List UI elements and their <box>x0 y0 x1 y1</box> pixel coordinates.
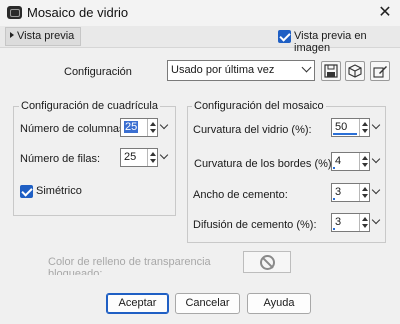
preview-tab-label: Vista previa <box>17 30 75 42</box>
chevron-down-icon <box>371 154 381 164</box>
edge-curvature-spinner[interactable]: 4 <box>331 152 370 171</box>
glass-curvature-label: Curvatura del vidrio (%): <box>193 124 312 136</box>
edge-curvature-bar <box>333 167 335 169</box>
chevron-down-icon <box>371 185 381 195</box>
columns-value: 25 <box>124 121 139 133</box>
edge-curvature-label: Curvatura de los bordes (%): <box>194 158 335 170</box>
cancel-button[interactable]: Cancelar <box>175 293 240 314</box>
cement-diffusion-dropdown[interactable] <box>371 213 381 232</box>
rows-label: Número de filas: <box>20 153 101 165</box>
cement-width-bar <box>333 198 335 200</box>
preview-in-image-checkbox[interactable] <box>278 30 291 43</box>
accept-button[interactable]: Aceptar <box>106 293 169 314</box>
config-select[interactable]: Usado por última vez <box>167 60 315 81</box>
cement-diffusion-label: Difusión de cemento (%): <box>193 219 317 231</box>
preview-in-image-label: Vista previa en imagen <box>294 30 367 54</box>
save-preset-button[interactable] <box>321 61 341 81</box>
config-label: Configuración <box>64 66 132 78</box>
help-button[interactable]: Ayuda <box>247 293 311 314</box>
edge-curvature-value: 4 <box>335 155 342 167</box>
edge-curvature-stepper-icon[interactable] <box>359 153 369 170</box>
grid-config-title: Configuración de cuadrícula <box>19 100 160 112</box>
glass-curvature-stepper-icon[interactable] <box>359 119 369 136</box>
glass-curvature-dropdown[interactable] <box>371 118 381 137</box>
mosaic-config-title: Configuración del mosaico <box>192 100 326 112</box>
cement-width-stepper-icon[interactable] <box>359 184 369 201</box>
columns-dropdown[interactable] <box>159 118 169 137</box>
rows-dropdown[interactable] <box>159 148 169 167</box>
glass-curvature-bar <box>333 133 357 135</box>
close-button[interactable]: ✕ <box>375 3 395 23</box>
chevron-down-icon <box>371 215 381 225</box>
chevron-down-icon <box>159 120 169 130</box>
rows-spinner[interactable]: 25 <box>120 148 158 167</box>
app-icon <box>7 6 22 19</box>
glass-curvature-value: 50 <box>335 121 348 133</box>
chevron-down-icon <box>159 150 169 160</box>
cement-diffusion-stepper-icon[interactable] <box>359 214 369 231</box>
cement-diffusion-value: 3 <box>335 216 342 228</box>
fill-color-label-line2: bloqueado: <box>48 268 103 275</box>
cube-icon <box>348 64 362 78</box>
chevron-down-icon <box>371 120 381 130</box>
config-select-value: Usado por última vez <box>171 64 275 76</box>
window-title: Mosaico de vidrio <box>27 5 129 20</box>
cement-width-value: 3 <box>335 186 342 198</box>
save-icon <box>324 64 338 78</box>
symmetric-checkbox[interactable] <box>20 185 33 198</box>
rows-value: 25 <box>124 151 137 163</box>
cement-width-spinner[interactable]: 3 <box>331 183 370 202</box>
columns-stepper-icon[interactable] <box>147 119 157 136</box>
edge-curvature-dropdown[interactable] <box>371 152 381 171</box>
cement-width-dropdown[interactable] <box>371 183 381 202</box>
no-entry-icon <box>260 255 275 270</box>
edit-preset-button[interactable] <box>370 61 390 81</box>
cement-diffusion-spinner[interactable]: 3 <box>331 213 370 232</box>
preview-toggle[interactable]: Vista previa <box>5 27 82 46</box>
symmetric-label: Simétrico <box>36 185 82 197</box>
fill-color-swatch <box>243 251 291 273</box>
cement-width-label: Ancho de cemento: <box>193 189 288 201</box>
columns-label: Número de columnas: <box>20 123 128 135</box>
chevron-down-icon <box>301 62 312 73</box>
expand-arrow-icon <box>10 32 14 38</box>
rows-stepper-icon[interactable] <box>147 149 157 166</box>
glass-curvature-spinner[interactable]: 50 <box>331 118 370 137</box>
fill-color-label-line1: Color de relleno de transparencia <box>48 256 211 268</box>
columns-spinner[interactable]: 25 <box>120 118 158 137</box>
cement-diffusion-bar <box>333 228 335 230</box>
randomize-button[interactable] <box>345 61 365 81</box>
edit-icon <box>373 66 387 78</box>
